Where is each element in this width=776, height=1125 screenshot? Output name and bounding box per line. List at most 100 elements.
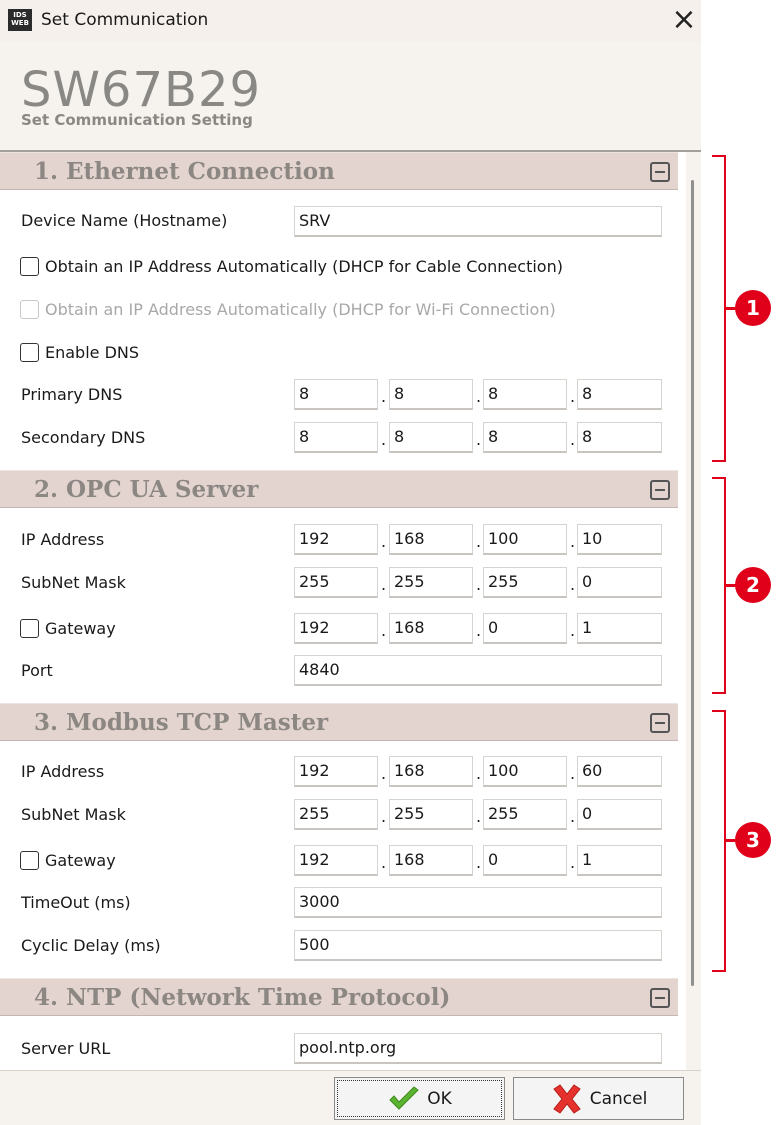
modbus-gateway-octet-2[interactable]: 168 — [389, 845, 473, 876]
modbus-ip-octet-1[interactable]: 192 — [294, 756, 378, 787]
dialog-footer: OK Cancel — [0, 1070, 701, 1125]
opcua-gateway-label: Gateway — [45, 619, 116, 638]
ok-button[interactable]: OK — [334, 1077, 505, 1120]
opcua-port-label: Port — [21, 661, 53, 680]
modbus-cyclic-input[interactable]: 500 — [294, 930, 662, 961]
section-title-opcua: 2. OPC UA Server — [34, 476, 259, 503]
modbus-timeout-label: TimeOut (ms) — [21, 893, 131, 912]
modbus-gateway-checkbox[interactable] — [20, 851, 39, 870]
modbus-ip-octet-4[interactable]: 60 — [577, 756, 662, 787]
opcua-gateway-option[interactable]: Gateway — [20, 619, 116, 638]
hostname-input[interactable]: SRV — [294, 206, 662, 237]
model-name: SW67B29 — [21, 62, 262, 118]
secondary-dns-label: Secondary DNS — [21, 428, 146, 447]
opcua-gateway-octet-4[interactable]: 1 — [577, 613, 662, 644]
modbus-mask-label: SubNet Mask — [21, 805, 126, 824]
opcua-gateway-octet-2[interactable]: 168 — [389, 613, 473, 644]
dhcp-cable-checkbox[interactable] — [20, 257, 39, 276]
opcua-mask-label: SubNet Mask — [21, 573, 126, 592]
octet-separator: . — [381, 621, 387, 640]
modbus-gateway-octet-4[interactable]: 1 — [577, 845, 662, 876]
modbus-gateway-octet-1[interactable]: 192 — [294, 845, 378, 876]
modbus-gateway-label: Gateway — [45, 851, 116, 870]
opcua-ip-octet-3[interactable]: 100 — [483, 524, 567, 555]
modbus-gateway-octet-3[interactable]: 0 — [483, 845, 567, 876]
dhcp-cable-label: Obtain an IP Address Automatically (DHCP… — [45, 257, 563, 276]
ok-button-label: OK — [427, 1088, 452, 1109]
annotation-badge-1: 1 — [735, 290, 771, 326]
opcua-mask-octet-3[interactable]: 255 — [483, 567, 567, 598]
hostname-label: Device Name (Hostname) — [21, 211, 228, 230]
primary-dns-label: Primary DNS — [21, 385, 123, 404]
enable-dns-checkbox[interactable] — [20, 343, 39, 362]
opcua-mask-octet-2[interactable]: 255 — [389, 567, 473, 598]
dhcp-cable-option[interactable]: Obtain an IP Address Automatically (DHCP… — [20, 257, 563, 276]
annotation-badge-3: 3 — [735, 822, 771, 858]
section-header-ntp[interactable]: 4. NTP (Network Time Protocol) — [0, 978, 678, 1016]
ntp-server-url-label: Server URL — [21, 1039, 111, 1058]
scrollbar-thumb[interactable] — [691, 180, 694, 986]
opcua-ip-octet-2[interactable]: 168 — [389, 524, 473, 555]
cancel-button[interactable]: Cancel — [513, 1077, 684, 1120]
dhcp-wifi-label: Obtain an IP Address Automatically (DHCP… — [45, 300, 556, 319]
octet-separator: . — [381, 430, 387, 449]
primary-dns-octet-4[interactable]: 8 — [577, 379, 662, 410]
octet-separator: . — [381, 387, 387, 406]
section-title-ntp: 4. NTP (Network Time Protocol) — [34, 984, 451, 1011]
modbus-timeout-input[interactable]: 3000 — [294, 887, 662, 918]
enable-dns-option[interactable]: Enable DNS — [20, 343, 139, 362]
octet-separator: . — [381, 807, 387, 826]
collapse-icon[interactable] — [650, 162, 670, 182]
section-header-ethernet[interactable]: 1. Ethernet Connection — [0, 152, 678, 190]
modbus-mask-octet-3[interactable]: 255 — [483, 799, 567, 830]
modbus-gateway-option[interactable]: Gateway — [20, 851, 116, 870]
settings-panel: 1. Ethernet Connection Device Name (Host… — [0, 152, 686, 1070]
secondary-dns-octet-2[interactable]: 8 — [389, 422, 473, 453]
primary-dns-octet-2[interactable]: 8 — [389, 379, 473, 410]
modbus-ip-octet-3[interactable]: 100 — [483, 756, 567, 787]
opcua-ip-octet-4[interactable]: 10 — [577, 524, 662, 555]
annotation-badge-2: 2 — [735, 567, 771, 603]
vertical-scrollbar[interactable] — [686, 152, 701, 1070]
octet-separator: . — [381, 532, 387, 551]
section-title-ethernet: 1. Ethernet Connection — [34, 158, 335, 185]
annotation-bracket-1 — [712, 155, 726, 462]
opcua-gateway-octet-1[interactable]: 192 — [294, 613, 378, 644]
collapse-icon[interactable] — [650, 988, 670, 1008]
section-header-modbus[interactable]: 3. Modbus TCP Master — [0, 703, 678, 741]
octet-separator: . — [381, 853, 387, 872]
green-check-icon — [389, 1085, 419, 1110]
primary-dns-octet-1[interactable]: 8 — [294, 379, 378, 410]
annotation-bracket-2 — [712, 477, 726, 694]
close-icon[interactable]: × — [668, 5, 700, 36]
window-title: Set Communication — [41, 10, 209, 30]
secondary-dns-octet-4[interactable]: 8 — [577, 422, 662, 453]
opcua-ip-octet-1[interactable]: 192 — [294, 524, 378, 555]
modbus-mask-octet-4[interactable]: 0 — [577, 799, 662, 830]
section-header-opcua[interactable]: 2. OPC UA Server — [0, 470, 678, 508]
primary-dns-octet-3[interactable]: 8 — [483, 379, 567, 410]
octet-separator: . — [381, 575, 387, 594]
opcua-ip-label: IP Address — [21, 530, 105, 549]
opcua-mask-octet-4[interactable]: 0 — [577, 567, 662, 598]
page-header: SW67B29 Set Communication Setting — [0, 42, 701, 150]
annotation-bracket-3 — [712, 710, 726, 972]
modbus-ip-octet-2[interactable]: 168 — [389, 756, 473, 787]
ntp-server-url-input[interactable]: pool.ntp.org — [294, 1033, 662, 1064]
cancel-button-label: Cancel — [589, 1088, 648, 1109]
modbus-mask-octet-1[interactable]: 255 — [294, 799, 378, 830]
opcua-mask-octet-1[interactable]: 255 — [294, 567, 378, 598]
opcua-port-input[interactable]: 4840 — [294, 655, 662, 686]
dhcp-wifi-checkbox — [20, 300, 39, 319]
modbus-mask-octet-2[interactable]: 255 — [389, 799, 473, 830]
octet-separator: . — [381, 764, 387, 783]
opcua-gateway-checkbox[interactable] — [20, 619, 39, 638]
app-logo-icon: IDS WEB — [8, 9, 32, 31]
collapse-icon[interactable] — [650, 713, 670, 733]
section-title-modbus: 3. Modbus TCP Master — [34, 709, 329, 736]
opcua-gateway-octet-3[interactable]: 0 — [483, 613, 567, 644]
secondary-dns-octet-1[interactable]: 8 — [294, 422, 378, 453]
collapse-icon[interactable] — [650, 480, 670, 500]
title-bar: IDS WEB Set Communication × — [0, 0, 701, 42]
secondary-dns-octet-3[interactable]: 8 — [483, 422, 567, 453]
